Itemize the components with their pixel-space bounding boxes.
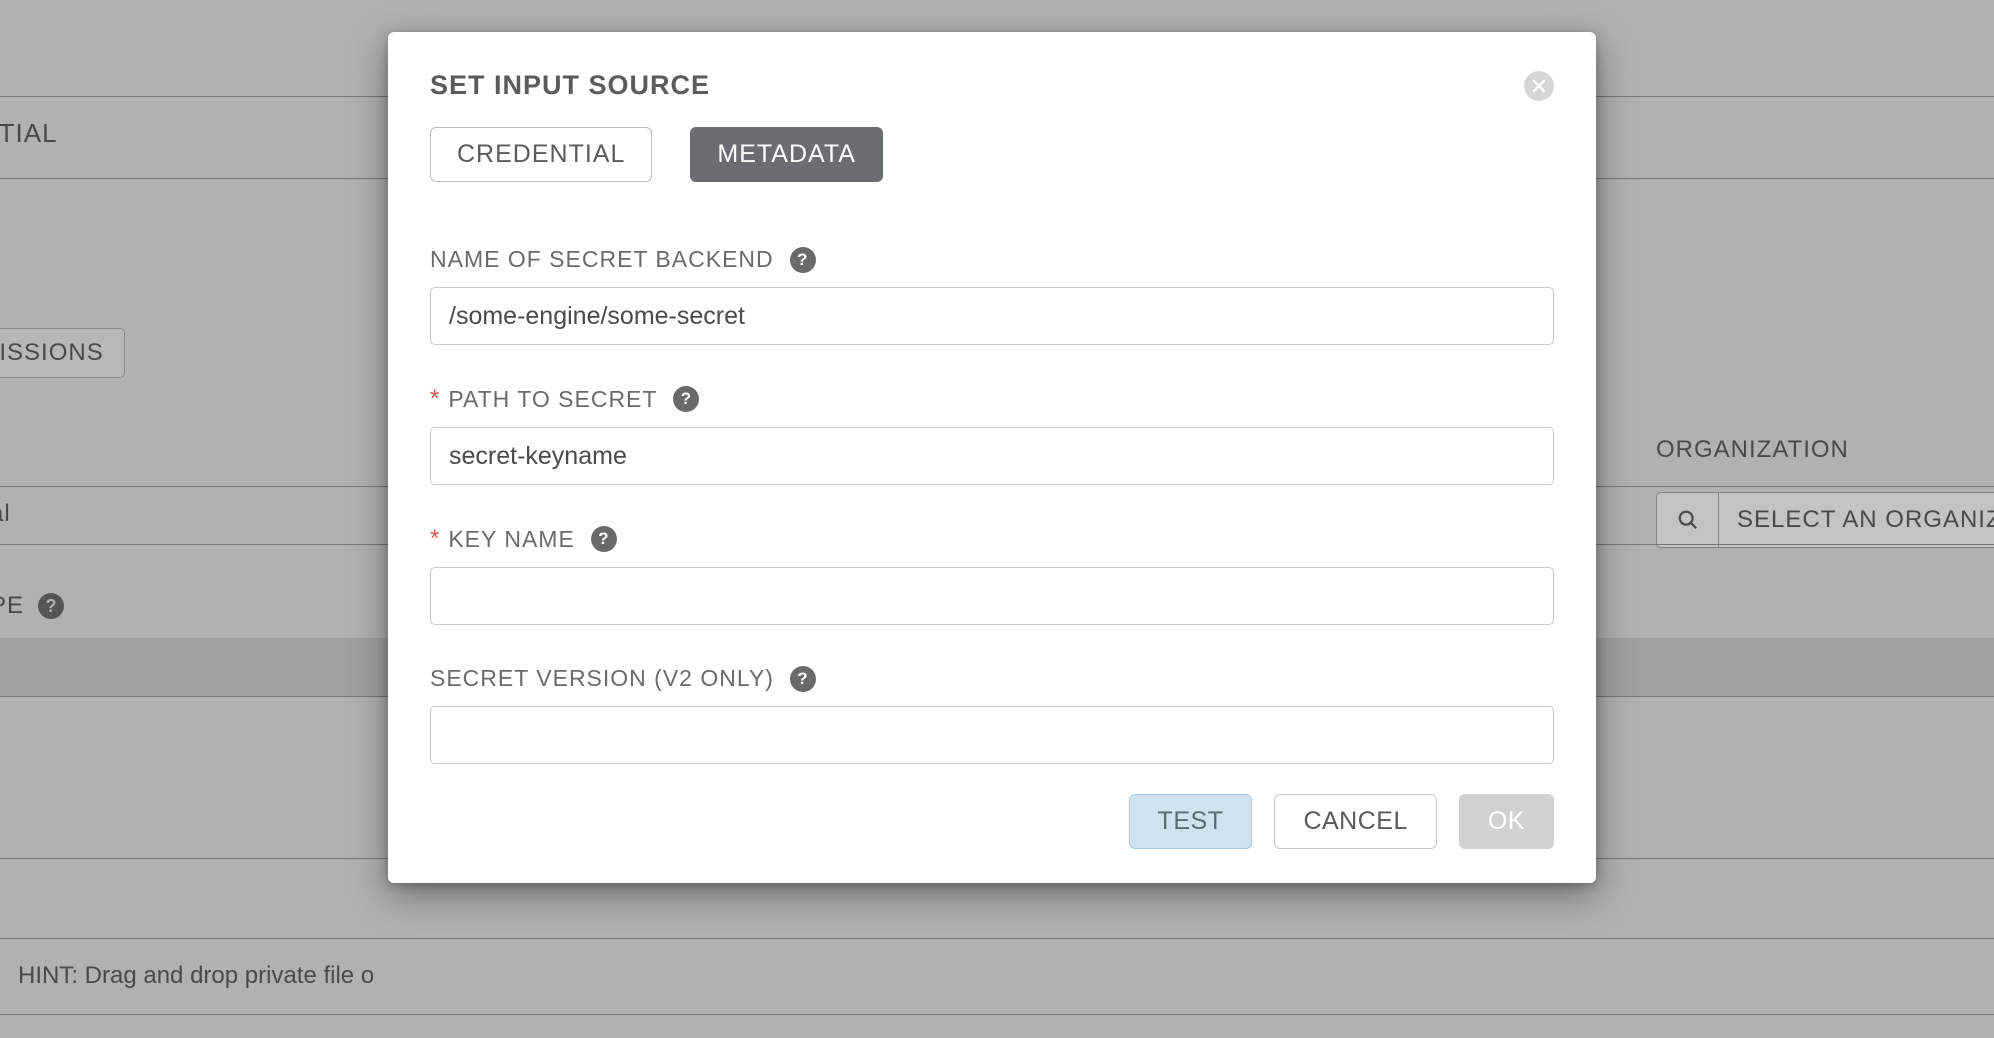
help-icon[interactable]: ? <box>38 593 64 619</box>
required-asterisk: * <box>430 525 440 553</box>
help-icon[interactable]: ? <box>673 386 699 412</box>
cancel-button[interactable]: CANCEL <box>1274 794 1436 849</box>
label-secret-backend: NAME OF SECRET BACKEND <box>430 246 774 273</box>
field-path-to-secret: * PATH TO SECRET ? <box>430 385 1554 485</box>
required-asterisk: * <box>430 385 440 413</box>
help-icon[interactable]: ? <box>591 526 617 552</box>
close-button[interactable] <box>1524 71 1554 101</box>
field-secret-version: SECRET VERSION (V2 ONLY) ? <box>430 665 1554 764</box>
bg-text-al: al <box>0 500 11 528</box>
tab-credential[interactable]: CREDENTIAL <box>430 127 652 182</box>
modal-footer: TEST CANCEL OK <box>430 794 1554 849</box>
test-button[interactable]: TEST <box>1129 794 1253 849</box>
modal-tabs: CREDENTIAL METADATA <box>430 127 1554 182</box>
hint-text: HINT: Drag and drop private file o <box>18 962 374 990</box>
input-path-to-secret[interactable] <box>430 427 1554 485</box>
field-key-name: * KEY NAME ? <box>430 525 1554 625</box>
permissions-button[interactable]: PERMISSIONS <box>0 328 125 378</box>
type-label-fragment: PE <box>0 592 24 620</box>
help-icon[interactable]: ? <box>790 247 816 273</box>
field-secret-backend: NAME OF SECRET BACKEND ? <box>430 246 1554 345</box>
input-secret-version[interactable] <box>430 706 1554 764</box>
set-input-source-modal: SET INPUT SOURCE CREDENTIAL METADATA NAM… <box>388 32 1596 883</box>
input-secret-backend[interactable] <box>430 287 1554 345</box>
tab-metadata[interactable]: METADATA <box>690 127 883 182</box>
input-key-name[interactable] <box>430 567 1554 625</box>
label-key-name: KEY NAME <box>448 526 574 553</box>
page-header-fragment: IT CREDENTIAL <box>0 118 58 149</box>
help-icon[interactable]: ? <box>790 666 816 692</box>
label-path-to-secret: PATH TO SECRET <box>448 386 657 413</box>
label-secret-version: SECRET VERSION (V2 ONLY) <box>430 665 774 692</box>
organization-label: ORGANIZATION <box>1656 436 1849 464</box>
close-icon <box>1532 79 1546 93</box>
modal-title: SET INPUT SOURCE <box>430 70 710 101</box>
ok-button[interactable]: OK <box>1459 794 1554 849</box>
